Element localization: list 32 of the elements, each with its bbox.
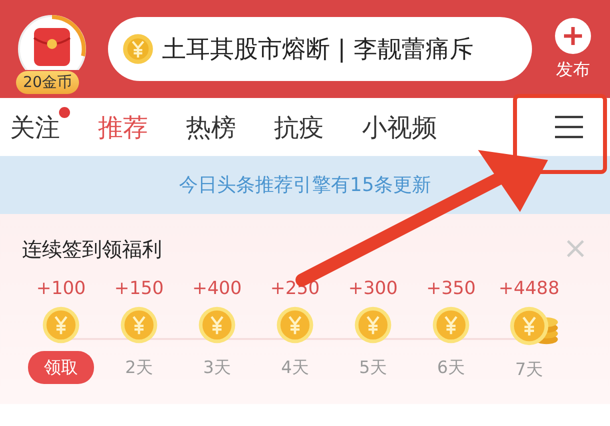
reward-amount: +150: [114, 278, 164, 299]
coin-count-badge: 20金币: [16, 71, 80, 94]
day-label: 7天: [515, 359, 543, 382]
coin-icon: [431, 305, 471, 345]
menu-icon[interactable]: [554, 115, 584, 139]
coin-icon: [353, 305, 393, 345]
coin-icon: [275, 305, 315, 345]
publish-label[interactable]: 发布: [556, 58, 590, 80]
day-label: 5天: [359, 357, 387, 380]
claim-button[interactable]: 领取: [28, 351, 94, 384]
channel-tab[interactable]: 抗疫: [274, 110, 336, 144]
reward-amount: +400: [192, 278, 242, 299]
day-label: 2天: [125, 357, 153, 380]
day-label: 4天: [281, 357, 309, 380]
day-label: 3天: [203, 357, 231, 380]
coin-icon: [122, 33, 154, 65]
reward-amount: +4488: [498, 278, 560, 299]
coin-icon: [197, 305, 237, 345]
update-notice: 今日头条推荐引擎有15条更新: [0, 156, 610, 214]
coin-icon: [41, 305, 81, 345]
reward-amount: +300: [348, 278, 398, 299]
coin-icon: [119, 305, 159, 345]
reward-amount: +100: [36, 278, 86, 299]
channel-tab[interactable]: 推荐: [98, 110, 160, 144]
channel-tab[interactable]: 小视频: [362, 110, 449, 144]
channel-tab[interactable]: 热榜: [186, 110, 248, 144]
reward-amount: +350: [426, 278, 476, 299]
card-title: 连续签到领福利: [22, 236, 162, 262]
add-icon[interactable]: [555, 18, 591, 54]
search-field[interactable]: 土耳其股市熔断 | 李靓蕾痛斥: [108, 17, 532, 81]
channel-tab[interactable]: 关注: [10, 110, 72, 144]
day-label: 6天: [437, 357, 465, 380]
